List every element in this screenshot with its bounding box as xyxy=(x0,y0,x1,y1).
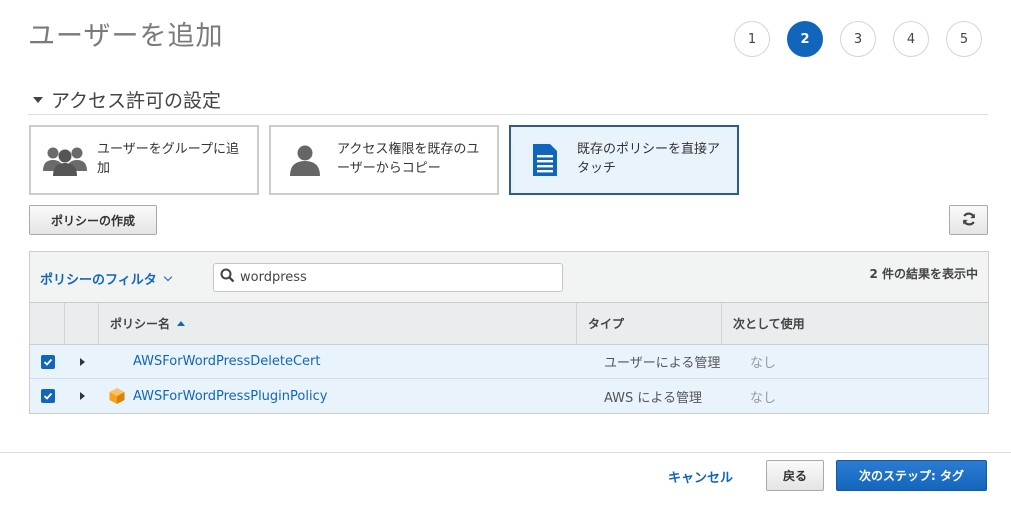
policy-type: AWS による管理 xyxy=(604,390,703,406)
section-divider xyxy=(28,114,988,115)
column-header-used-as[interactable]: 次として使用 xyxy=(722,303,988,344)
checkbox-checked-icon xyxy=(40,389,55,403)
header-expander-cell xyxy=(65,303,99,344)
table-toolbar: ポリシーのフィルタ 2 件の結果を表示中 xyxy=(30,252,988,303)
step-2-current[interactable]: 2 xyxy=(787,21,823,57)
search-box xyxy=(213,263,563,292)
checkbox-checked-icon xyxy=(40,354,55,369)
table-row[interactable]: AWSForWordPressDeleteCert ユーザーによる管理 なし xyxy=(30,345,988,379)
policy-filter-dropdown[interactable]: ポリシーのフィルタ xyxy=(40,269,172,288)
policy-table: ポリシーのフィルタ 2 件の結果を表示中 ポリシー名 タイプ 次として使用 xyxy=(29,251,989,414)
permissions-section-toggle[interactable]: アクセス許可の設定 xyxy=(33,86,221,113)
option-label: ユーザーをグループに追加 xyxy=(97,142,239,176)
header-checkbox-cell xyxy=(30,303,65,344)
section-title: アクセス許可の設定 xyxy=(51,90,222,112)
permission-options: ユーザーをグループに追加 アクセス権限を既存のユーザーからコピー 既存のポリシー… xyxy=(29,125,739,195)
cancel-link[interactable]: キャンセル xyxy=(668,467,733,486)
back-button[interactable]: 戻る xyxy=(766,460,824,491)
wizard-steps: 1 2 3 4 5 xyxy=(734,21,982,57)
policy-name-link[interactable]: AWSForWordPressDeleteCert xyxy=(133,354,320,369)
caret-down-icon xyxy=(33,96,43,103)
group-icon xyxy=(41,136,89,184)
sort-ascending-icon xyxy=(177,321,186,326)
option-label: 既存のポリシーを直接アタッチ xyxy=(577,142,721,176)
search-input[interactable] xyxy=(240,270,540,285)
step-1[interactable]: 1 xyxy=(734,21,770,57)
column-header-name[interactable]: ポリシー名 xyxy=(99,303,577,344)
row-expander[interactable] xyxy=(65,379,99,413)
option-attach-existing-policy[interactable]: 既存のポリシーを直接アタッチ xyxy=(509,125,739,195)
step-5[interactable]: 5 xyxy=(946,21,982,57)
step-3[interactable]: 3 xyxy=(840,21,876,57)
row-expander[interactable] xyxy=(65,345,99,378)
blank-icon-slot xyxy=(108,353,126,371)
policy-type: ユーザーによる管理 xyxy=(604,356,721,371)
refresh-icon xyxy=(961,211,977,230)
policy-used-as: なし xyxy=(750,356,777,371)
caret-right-icon xyxy=(79,392,85,400)
step-4[interactable]: 4 xyxy=(893,21,929,57)
option-add-to-group[interactable]: ユーザーをグループに追加 xyxy=(29,125,259,195)
result-count: 2 件の結果を表示中 xyxy=(869,267,978,281)
column-name-label: ポリシー名 xyxy=(110,317,171,331)
column-header-type[interactable]: タイプ xyxy=(577,303,722,344)
caret-right-icon xyxy=(79,357,85,366)
option-copy-from-user[interactable]: アクセス権限を既存のユーザーからコピー xyxy=(269,125,499,195)
footer-divider xyxy=(0,452,1011,453)
policy-used-as: なし xyxy=(750,390,777,406)
policy-name-link[interactable]: AWSForWordPressPluginPolicy xyxy=(133,389,327,404)
refresh-button[interactable] xyxy=(949,205,988,235)
page-title: ユーザーを追加 xyxy=(28,21,224,52)
table-header: ポリシー名 タイプ 次として使用 xyxy=(30,303,988,345)
aws-managed-cube-icon xyxy=(108,387,126,405)
document-icon xyxy=(521,136,569,184)
row-checkbox[interactable] xyxy=(30,379,65,413)
filter-label: ポリシーのフィルタ xyxy=(40,273,157,288)
table-row[interactable]: AWSForWordPressPluginPolicy AWS による管理 なし xyxy=(30,379,988,413)
option-label: アクセス権限を既存のユーザーからコピー xyxy=(337,142,480,176)
next-step-button[interactable]: 次のステップ: タグ xyxy=(836,460,987,491)
row-checkbox[interactable] xyxy=(30,345,65,378)
create-policy-button[interactable]: ポリシーの作成 xyxy=(29,205,157,235)
search-icon xyxy=(220,268,235,287)
user-icon xyxy=(281,136,329,184)
chevron-down-icon xyxy=(163,272,172,282)
